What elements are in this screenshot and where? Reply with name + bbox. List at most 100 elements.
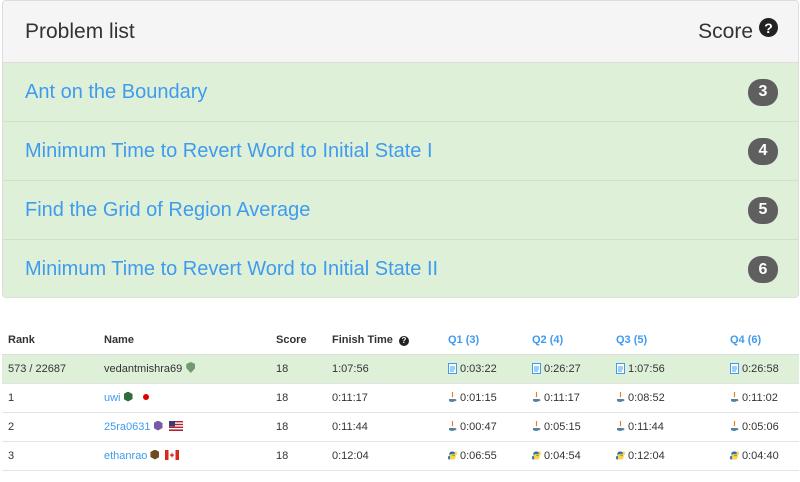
solve-time: 0:26:58 [742,362,779,375]
problem-row: Minimum Time to Revert Word to Initial S… [3,122,798,181]
usa-flag-icon [168,420,183,431]
score-badge: 6 [748,256,778,283]
solve-time: 0:04:54 [544,449,581,462]
q2-cell: 0:04:54 [526,441,610,471]
name-cell: 25ra0631 [98,412,270,442]
rating-gem-icon [150,449,160,460]
score-cell: 18 [270,354,326,384]
name-cell: ethanrao [98,441,270,471]
help-icon[interactable]: ? [759,18,778,37]
table-row-self: 573 / 22687 vedantmishra69 18 1:07:56 0:… [2,354,799,384]
q2-cell: 0:05:15 [526,412,610,442]
problem-row: Ant on the Boundary 3 [3,63,798,122]
username: vedantmishra69 [104,363,183,375]
name-header: Name [98,326,270,355]
q2-header[interactable]: Q2 (4) [526,326,610,355]
problem-link[interactable]: Ant on the Boundary [25,81,207,104]
finish-time-header: Finish Time ? [326,326,442,355]
solve-time: 0:11:17 [544,391,580,404]
score-label: Score [698,19,753,43]
q1-cell: 0:00:47 [442,412,526,442]
ranking-header-row: Rank Name Score Finish Time ? Q1 (3) Q2 … [2,326,799,355]
solve-time: 0:08:52 [628,391,665,404]
q1-header[interactable]: Q1 (3) [442,326,526,355]
solve-time: 0:03:22 [460,362,497,375]
rank-cell: 3 [2,441,98,471]
rating-gem-icon [153,420,163,431]
q3-cell: 0:11:44 [610,412,724,442]
japan-flag-icon [138,391,153,402]
q4-header[interactable]: Q4 (6) [724,326,799,355]
q1-cell: 0:01:15 [442,383,526,413]
score-badge: 3 [748,78,778,106]
username-link[interactable]: 25ra0631 [104,421,151,433]
java-icon[interactable] [532,391,541,403]
solve-time: 0:26:27 [544,362,581,375]
rating-gem-icon [123,391,133,402]
q3-cell: 1:07:56 [610,354,724,384]
rank-cell: 2 [2,412,98,442]
ranking-table: Rank Name Score Finish Time ? Q1 (3) Q2 … [2,326,799,471]
score-column-header: Score ? [698,18,778,44]
score-badge: 4 [748,137,778,165]
document-icon[interactable] [532,362,541,374]
score-badge: 5 [748,196,778,224]
python-icon[interactable] [448,450,457,461]
q4-cell: 0:26:58 [724,354,799,384]
q2-cell: 0:26:27 [526,354,610,384]
python-icon[interactable] [532,450,541,461]
q3-header[interactable]: Q3 (5) [610,326,724,355]
solve-time: 0:11:02 [742,391,778,404]
document-icon[interactable] [616,362,625,374]
document-icon[interactable] [730,362,739,374]
score-header: Score [270,326,326,355]
rank-cell: 1 [2,383,98,413]
q4-cell: 0:05:06 [724,412,799,442]
solve-time: 0:00:47 [460,420,497,433]
solve-time: 0:06:55 [460,449,497,462]
q4-cell: 0:11:02 [724,383,799,413]
q1-cell: 0:06:55 [442,441,526,471]
solve-time: 0:04:40 [742,449,779,462]
solve-time: 0:12:04 [628,449,665,462]
problem-list-header: Problem list Score ? [3,1,798,63]
score-cell: 18 [270,441,326,471]
problem-row: Find the Grid of Region Average 5 [3,181,798,240]
solve-time: 0:05:06 [742,420,779,433]
java-icon[interactable] [616,391,625,403]
score-cell: 18 [270,383,326,413]
solve-time: 0:11:44 [628,420,664,433]
canada-flag-icon [165,449,180,460]
java-icon[interactable] [448,420,457,432]
java-icon[interactable] [532,420,541,432]
finish-time-label: Finish Time [332,333,393,346]
solve-time: 0:05:15 [544,420,581,433]
q1-cell: 0:03:22 [442,354,526,384]
finish-time-help-icon[interactable]: ? [398,335,409,346]
q3-cell: 0:08:52 [610,383,724,413]
name-cell: vedantmishra69 [98,354,270,384]
solve-time: 0:01:15 [460,391,497,404]
username-link[interactable]: ethanrao [104,450,147,462]
score-cell: 18 [270,412,326,442]
java-icon[interactable] [616,420,625,432]
table-row: 2 25ra0631 18 0:11:44 0:00:47 0:05:15 0:… [2,412,799,442]
problem-link[interactable]: Minimum Time to Revert Word to Initial S… [25,140,433,163]
document-icon[interactable] [448,362,457,374]
finish-time-cell: 0:12:04 [326,441,442,471]
username-link[interactable]: uwi [104,392,121,404]
problem-link[interactable]: Minimum Time to Revert Word to Initial S… [25,258,438,281]
java-icon[interactable] [448,391,457,403]
python-icon[interactable] [730,450,739,461]
python-icon[interactable] [616,450,625,461]
finish-time-cell: 0:11:44 [326,412,442,442]
problem-row: Minimum Time to Revert Word to Initial S… [3,240,798,297]
q4-cell: 0:04:40 [724,441,799,471]
java-icon[interactable] [730,420,739,432]
solve-time: 1:07:56 [628,362,665,375]
shield-badge-icon [186,362,196,373]
q2-cell: 0:11:17 [526,383,610,413]
java-icon[interactable] [730,391,739,403]
name-cell: uwi [98,383,270,413]
problem-link[interactable]: Find the Grid of Region Average [25,199,310,222]
